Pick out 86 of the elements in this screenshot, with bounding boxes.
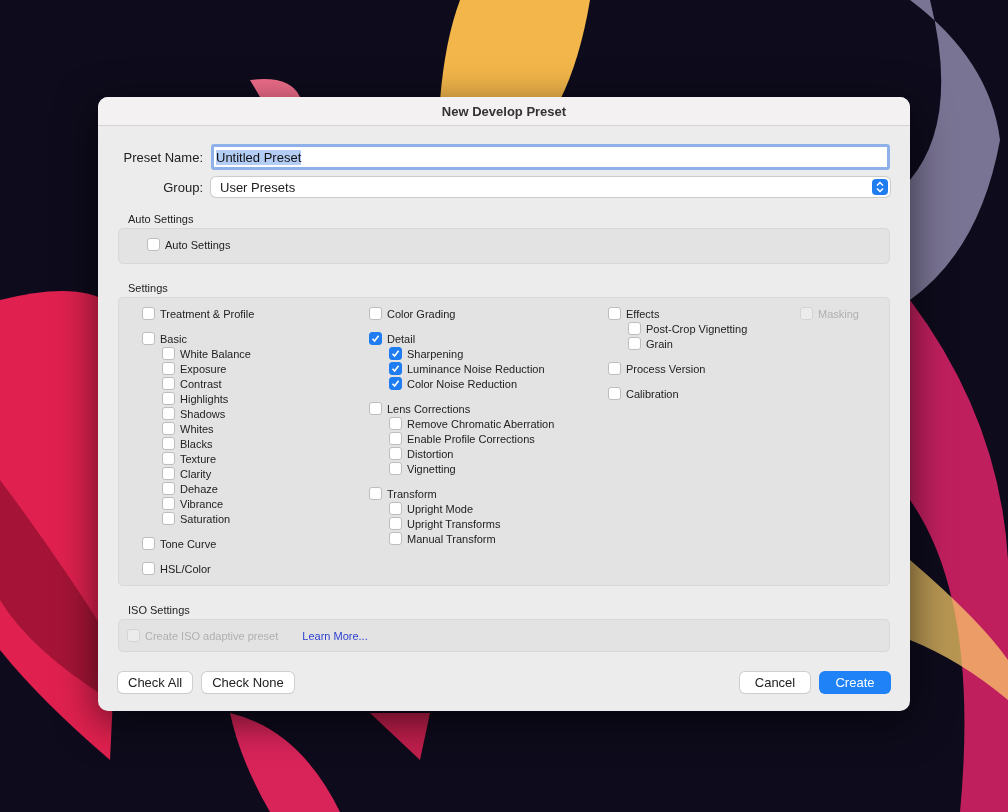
check-button[interactable]: Check All bbox=[118, 672, 193, 693]
checkbox[interactable] bbox=[389, 432, 402, 445]
checkbox-option[interactable]: Post-Crop Vignetting bbox=[628, 321, 800, 336]
cancel-button[interactable]: Cancel bbox=[740, 672, 810, 693]
checkbox[interactable] bbox=[389, 377, 402, 390]
create-button[interactable]: Create bbox=[820, 672, 890, 693]
checkbox[interactable] bbox=[608, 387, 621, 400]
checkbox[interactable] bbox=[142, 307, 155, 320]
checkbox-option[interactable]: Distortion bbox=[389, 446, 608, 461]
preset-name-field[interactable]: Untitled Preset bbox=[211, 144, 890, 170]
checkbox-option[interactable]: Vignetting bbox=[389, 461, 608, 476]
checkbox-option[interactable]: Saturation bbox=[162, 511, 369, 526]
checkbox-option[interactable]: Color Noise Reduction bbox=[389, 376, 608, 391]
section-heading: ISO Settings bbox=[128, 604, 191, 616]
checkbox[interactable] bbox=[608, 307, 621, 320]
checkbox[interactable] bbox=[162, 497, 175, 510]
checkbox[interactable] bbox=[389, 417, 402, 430]
checkbox[interactable] bbox=[162, 512, 175, 525]
checkbox-option[interactable]: Luminance Noise Reduction bbox=[389, 361, 608, 376]
checkbox[interactable] bbox=[389, 517, 402, 530]
checkbox-option[interactable]: Manual Transform bbox=[389, 531, 608, 546]
section-heading: Auto Settings bbox=[128, 213, 195, 225]
checkbox-option[interactable]: Contrast bbox=[162, 376, 369, 391]
checkbox-option[interactable]: Highlights bbox=[162, 391, 369, 406]
checkbox[interactable] bbox=[162, 437, 175, 450]
checkbox-option[interactable]: Dehaze bbox=[162, 481, 369, 496]
checkbox-option[interactable]: Auto Settings bbox=[147, 237, 889, 252]
checkbox-option[interactable]: Upright Mode bbox=[389, 501, 608, 516]
checkbox-option[interactable]: Calibration bbox=[608, 386, 800, 401]
field-label: Group: bbox=[162, 179, 203, 195]
checkbox-option[interactable]: Color Grading bbox=[369, 306, 608, 321]
checkbox-option[interactable]: Enable Profile Corrections bbox=[389, 431, 608, 446]
checkbox[interactable] bbox=[389, 502, 402, 515]
checkbox[interactable] bbox=[628, 337, 641, 350]
checkbox-option[interactable]: HSL/Color bbox=[142, 561, 369, 576]
checkbox[interactable] bbox=[369, 332, 382, 345]
checkbox-option[interactable]: Transform bbox=[369, 486, 608, 501]
checkbox[interactable] bbox=[369, 402, 382, 415]
checkbox[interactable] bbox=[369, 487, 382, 500]
checkbox[interactable] bbox=[628, 322, 641, 335]
dialog-title: New Develop Preset bbox=[441, 103, 567, 119]
section-heading: Settings bbox=[128, 282, 169, 294]
checkbox[interactable] bbox=[162, 362, 175, 375]
checkbox-option[interactable]: Blacks bbox=[162, 436, 369, 451]
checkbox-option[interactable]: Vibrance bbox=[162, 496, 369, 511]
field-label: Preset Name: bbox=[122, 149, 203, 165]
checkbox[interactable] bbox=[142, 537, 155, 550]
checkbox-option[interactable]: Exposure bbox=[162, 361, 369, 376]
checkbox[interactable] bbox=[162, 422, 175, 435]
checkbox[interactable] bbox=[162, 347, 175, 360]
checkbox[interactable] bbox=[142, 332, 155, 345]
checkbox[interactable] bbox=[162, 377, 175, 390]
checkbox-option[interactable]: Whites bbox=[162, 421, 369, 436]
checkbox-option[interactable]: Basic bbox=[142, 331, 369, 346]
checkbox[interactable] bbox=[142, 562, 155, 575]
checkbox-option[interactable]: Lens Corrections bbox=[369, 401, 608, 416]
checkbox-option[interactable]: Clarity bbox=[162, 466, 369, 481]
checkbox-option[interactable]: Tone Curve bbox=[142, 536, 369, 551]
checkbox[interactable] bbox=[162, 407, 175, 420]
checkbox[interactable] bbox=[369, 307, 382, 320]
checkbox-option[interactable]: Effects bbox=[608, 306, 800, 321]
checkbox-option[interactable]: Upright Transforms bbox=[389, 516, 608, 531]
checkbox-option[interactable]: Remove Chromatic Aberration bbox=[389, 416, 608, 431]
checkbox-option[interactable]: Detail bbox=[369, 331, 608, 346]
checkbox[interactable] bbox=[608, 362, 621, 375]
checkbox[interactable] bbox=[147, 238, 160, 251]
checkbox-option[interactable]: Grain bbox=[628, 336, 800, 351]
checkbox-option[interactable]: Sharpening bbox=[389, 346, 608, 361]
checkbox[interactable] bbox=[389, 532, 402, 545]
checkbox-option[interactable]: Treatment & Profile bbox=[142, 306, 369, 321]
checkbox[interactable] bbox=[162, 467, 175, 480]
stepper-icon bbox=[872, 179, 888, 195]
checkbox[interactable] bbox=[162, 482, 175, 495]
checkbox[interactable] bbox=[389, 362, 402, 375]
learn-more-link[interactable]: Learn More... bbox=[302, 629, 368, 642]
checkbox-option[interactable]: Shadows bbox=[162, 406, 369, 421]
checkbox[interactable] bbox=[162, 452, 175, 465]
checkbox-option[interactable]: Process Version bbox=[608, 361, 800, 376]
checkbox[interactable] bbox=[389, 447, 402, 460]
group-select[interactable]: User Presets bbox=[211, 177, 890, 197]
checkbox-option[interactable]: White Balance bbox=[162, 346, 369, 361]
checkbox[interactable] bbox=[389, 462, 402, 475]
checkbox-option[interactable]: Texture bbox=[162, 451, 369, 466]
check-button[interactable]: Check None bbox=[202, 672, 294, 693]
checkbox[interactable] bbox=[389, 347, 402, 360]
checkbox[interactable] bbox=[162, 392, 175, 405]
